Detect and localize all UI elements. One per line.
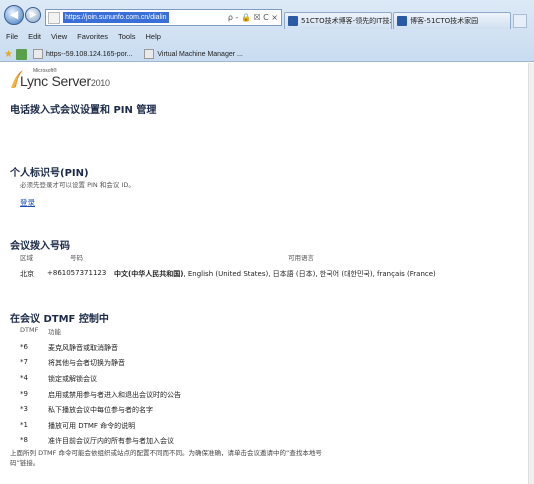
address-tools-icons[interactable]: ρ - 🔒 ☒ C × [228, 13, 281, 22]
dtmf-key: *9 [20, 390, 28, 398]
col-function: 功能 [48, 328, 61, 336]
menu-view[interactable]: View [51, 32, 67, 45]
pin-note: 必须先登录才可以设置 PIN 和会议 ID。 [20, 181, 135, 189]
dialin-region: 北京 [20, 270, 34, 278]
dialin-languages: 中文(中华人民共和国), English (United States), 日本… [114, 269, 436, 279]
tab-51cto-blog[interactable]: 51CTO技术博客-领先的IT技术... × [284, 12, 392, 29]
logo-year: 2010 [90, 78, 110, 88]
menu-help[interactable]: Help [146, 32, 161, 45]
back-button[interactable]: ◀ [4, 5, 24, 25]
dialin-number: +861057371123 [47, 269, 107, 277]
page-content: Microsoft® Lync Server2010 电话拨入式会议设置和 PI… [0, 63, 534, 484]
dtmf-key: *1 [20, 421, 28, 429]
forward-button[interactable]: ▶ [25, 7, 41, 23]
col-number: 号码 [70, 254, 83, 262]
site-icon [288, 16, 298, 26]
col-languages: 可用语言 [288, 254, 314, 262]
pin-heading: 个人标识号(PIN) [10, 168, 89, 179]
logo-product-name: Lync Server [20, 73, 91, 89]
vertical-scrollbar[interactable] [528, 63, 534, 484]
col-dtmf: DTMF [20, 326, 39, 334]
page-icon [48, 11, 60, 24]
dtmf-key: *8 [20, 436, 28, 444]
page-icon [144, 49, 155, 59]
dtmf-description: 启用或禁用参与者进入和退出会议时的公告 [48, 391, 181, 399]
dtmf-description: 将其他与会者切换为静音 [48, 359, 125, 367]
site-icon [397, 16, 407, 26]
col-region: 区域 [20, 254, 33, 262]
menu-tools[interactable]: Tools [118, 32, 136, 45]
dtmf-key: *7 [20, 358, 28, 366]
dtmf-description: 私下播放会议中每位参与者的名字 [48, 406, 153, 414]
menu-favorites[interactable]: Favorites [77, 32, 108, 45]
lync-logo: Microsoft® Lync Server2010 [10, 67, 130, 95]
dtmf-key: *6 [20, 343, 28, 351]
menu-file[interactable]: File [6, 32, 18, 45]
star-icon[interactable]: ★ [4, 49, 13, 60]
dialin-heading: 会议拨入号码 [10, 241, 70, 252]
dtmf-key: *4 [20, 374, 28, 382]
page-icon [32, 49, 43, 59]
dtmf-key: *3 [20, 405, 28, 413]
navigation-bar: ◀ ▶ https://join.sununfo.com.cn/dialin ρ… [0, 0, 534, 30]
favorite-link[interactable]: https--59.108.124.165-por... [46, 51, 132, 58]
menu-bar: File Edit View Favorites Tools Help [0, 32, 534, 45]
page-title: 电话拨入式会议设置和 PIN 管理 [10, 105, 157, 116]
new-tab-button[interactable] [513, 14, 527, 28]
dtmf-description: 播放可用 DTMF 命令的说明 [48, 422, 136, 430]
other-languages: , English (United States), 日本語 (日本), 한국어… [183, 270, 436, 278]
favorite-link[interactable]: Virtual Machine Manager ... [157, 51, 242, 58]
dtmf-description: 锁定或解锁会议 [48, 375, 97, 383]
dtmf-footnote: 上面所列 DTMF 命令可能会依组织或站点的配置不同而不同。为确保准确，请单击会… [10, 449, 322, 467]
dtmf-heading: 在会议 DTMF 控制中 [10, 314, 109, 325]
menu-edit[interactable]: Edit [28, 32, 41, 45]
tab-label: 博客-51CTO技术家园 [410, 17, 479, 25]
logo-product: Lync Server2010 [20, 73, 110, 89]
browser-chrome: ◀ ▶ https://join.sununfo.com.cn/dialin ρ… [0, 0, 534, 62]
login-link[interactable]: 登录 [20, 197, 35, 208]
address-bar[interactable]: https://join.sununfo.com.cn/dialin ρ - 🔒… [45, 9, 282, 26]
primary-language: 中文(中华人民共和国) [114, 270, 184, 278]
address-url[interactable]: https://join.sununfo.com.cn/dialin [63, 12, 169, 23]
tab-51cto-home[interactable]: 博客-51CTO技术家园 [393, 12, 511, 29]
dtmf-description: 麦克风静音或取消静音 [48, 344, 118, 352]
favorites-bar: ★ https--59.108.124.165-por... Virtual M… [0, 47, 534, 61]
tab-label: 51CTO技术博客-领先的IT技术... [301, 17, 391, 25]
dtmf-description: 准许目前会议厅内的所有参与者加入会议 [48, 437, 174, 445]
add-favorite-icon[interactable] [15, 48, 27, 60]
